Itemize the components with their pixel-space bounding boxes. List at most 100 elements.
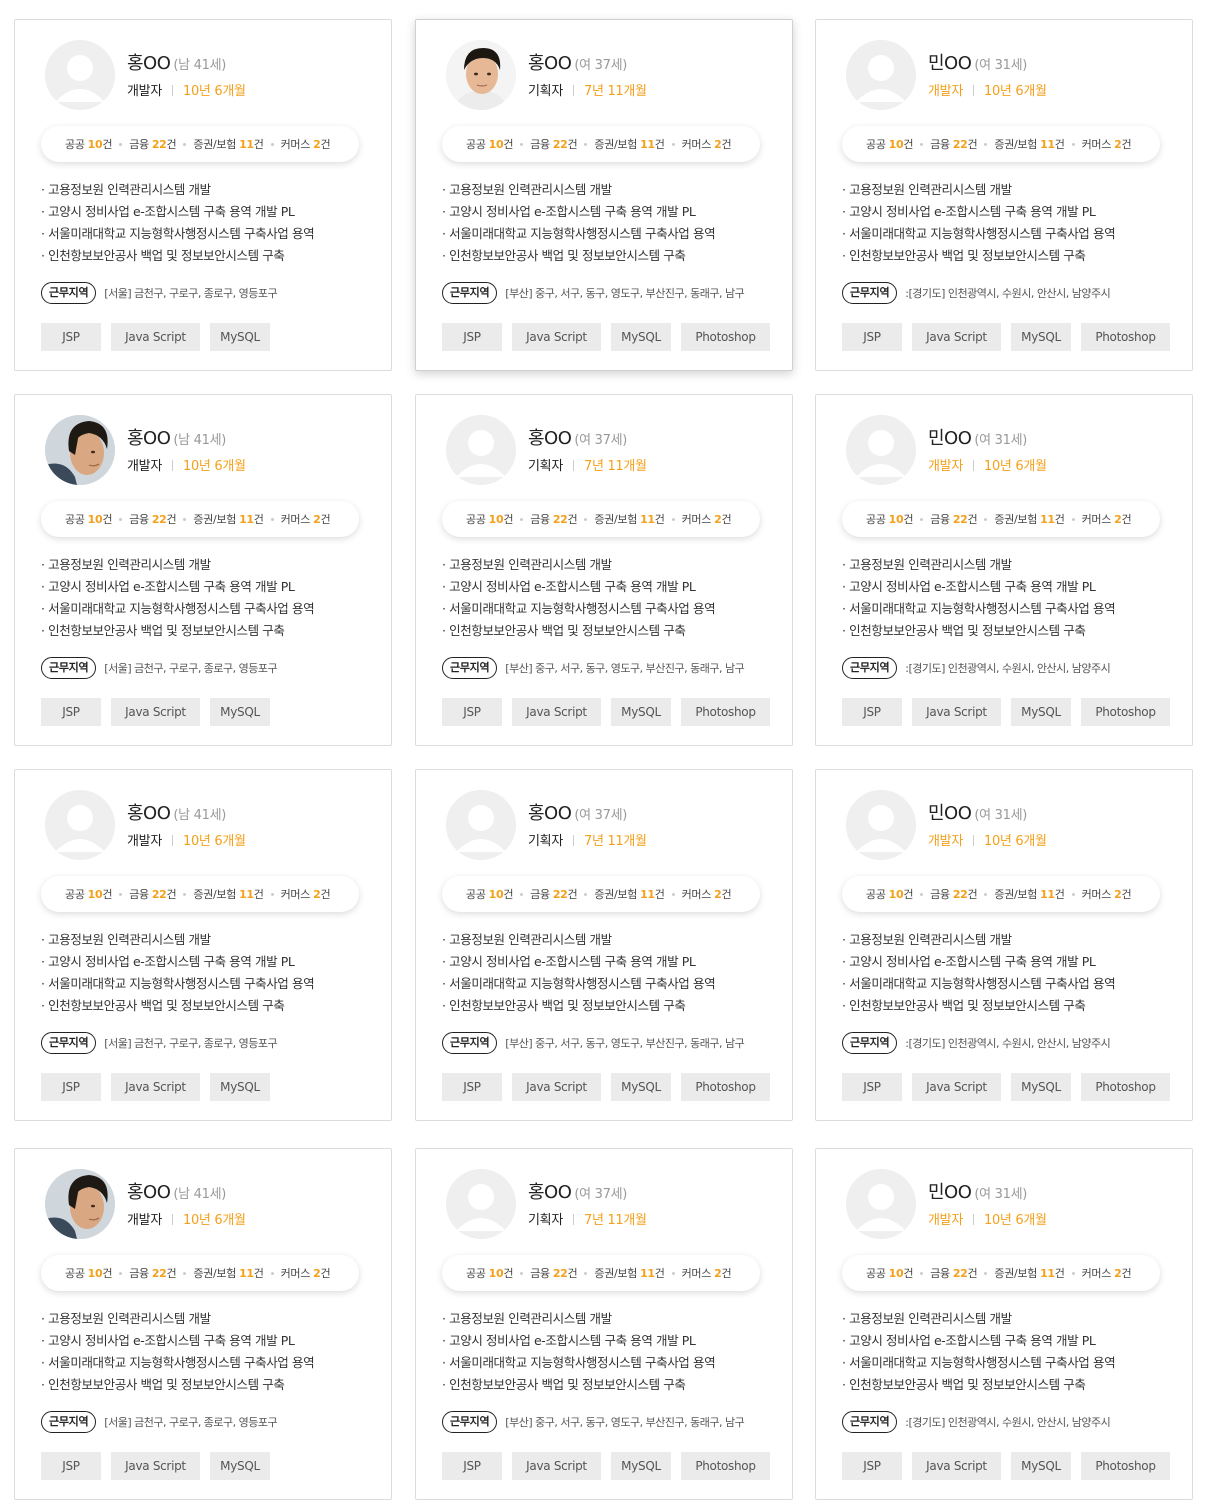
dot-separator [584,517,588,521]
dot-separator [183,142,187,146]
skill-tag[interactable]: Photoshop [1081,1073,1170,1101]
dot-separator [119,1271,123,1275]
skill-tag[interactable]: Photoshop [681,698,770,726]
skill-tag[interactable]: Java Script [111,1073,200,1101]
talent-card[interactable]: 홍OO (여 37세) 기획자 7년 11개월 공공 10건 금융 22건 증권/보험 11건 커머… [415,394,793,746]
stat-unit: 건 [567,513,578,526]
talent-card[interactable]: 홍OO (남 41세) 개발자 10년 6개월 공공 10건 금융 22건 증권/보험 11건 커머… [14,394,392,746]
skill-tag[interactable]: MySQL [210,698,270,726]
region-badge: 근무지역 [442,282,498,304]
skill-tag[interactable]: JSP [442,323,502,351]
stat-3: 커머스 2건 [682,136,732,152]
talent-card[interactable]: 민OO (여 31세) 개발자 10년 6개월 공공 10건 금융 22건 증권/보험 11건 커머… [815,1148,1193,1500]
work-region: 근무지역 [부산] 중구, 서구, 동구, 영도구, 부산진구, 동래구, 남구 [442,657,745,679]
skill-tag[interactable]: JSP [842,1073,902,1101]
stat-unit: 건 [721,888,732,901]
career-length: 10년 6개월 [983,84,1047,99]
avatar [446,790,516,860]
skill-tag[interactable]: MySQL [1011,698,1071,726]
talent-card[interactable]: 홍OO (여 37세) 기획자 7년 11개월 공공 10건 금융 22건 증권/보험 11건 커머… [415,769,793,1121]
talent-card[interactable]: 홍OO (남 41세) 개발자 10년 6개월 공공 10건 금융 22건 증권/보험 11건 커머… [14,19,392,371]
skill-tag[interactable]: JSP [442,698,502,726]
stat-count: 22 [552,138,568,151]
stat-unit: 건 [320,1267,331,1280]
project-list: · 고용정보원 인력관리시스템 개발 · 고양시 정비사업 e-조합시스템 구축 … [442,179,716,267]
skill-tag[interactable]: Photoshop [681,1452,770,1480]
skill-tag[interactable]: JSP [442,1452,502,1480]
skill-tag[interactable]: JSP [41,698,101,726]
stat-count: 11 [640,1267,655,1280]
project-item: · 서울미래대학교 지능형학사행정시스템 구축사업 용역 [442,226,716,241]
skill-tag[interactable]: MySQL [210,323,270,351]
skill-tag[interactable]: Java Script [912,698,1001,726]
divider [972,835,974,846]
skill-tag[interactable]: Java Script [512,1452,601,1480]
candidate-name: 홍OO [127,428,171,449]
stat-unit: 건 [102,138,113,151]
skill-tag[interactable]: JSP [41,1452,101,1480]
stat-3: 커머스 2건 [682,886,732,902]
talent-card[interactable]: 홍OO (남 41세) 개발자 10년 6개월 공공 10건 금융 22건 증권/보험 11건 커머… [14,1148,392,1500]
avatar [45,790,115,860]
skill-tag[interactable]: MySQL [611,1452,671,1480]
stat-unit: 건 [1054,888,1065,901]
skill-tag[interactable]: JSP [842,698,902,726]
stat-category: 공공 [65,513,85,526]
career-length: 7년 11개월 [583,1213,647,1228]
stat-count: 22 [952,888,968,901]
skill-tag[interactable]: Java Script [512,1073,601,1101]
skill-tag[interactable]: MySQL [1011,323,1071,351]
skill-tag[interactable]: Photoshop [681,323,770,351]
role-line: 개발자 10년 6개월 [928,455,1047,474]
stat-unit: 건 [967,888,978,901]
skill-tag[interactable]: MySQL [210,1073,270,1101]
stat-1: 금융 22건 [530,511,577,527]
skill-tag[interactable]: JSP [842,323,902,351]
candidate-name: 홍OO [528,803,572,824]
stat-count: 10 [87,1267,103,1280]
stat-unit: 건 [166,138,177,151]
skill-tag[interactable]: Java Script [912,1452,1001,1480]
skill-tag[interactable]: MySQL [611,323,671,351]
skill-tag[interactable]: JSP [442,1073,502,1101]
region-text: :[경기도] 인천광역시, 수원시, 안산시, 남양주시 [905,662,1111,675]
work-region: 근무지역:[경기도] 인천광역시, 수원시, 안산시, 남양주시 [842,282,1111,304]
skill-tag[interactable]: Java Script [512,323,601,351]
stat-category: 금융 [930,513,950,526]
skill-tag[interactable]: MySQL [1011,1452,1071,1480]
talent-card[interactable]: 홍OO (남 41세) 개발자 10년 6개월 공공 10건 금융 22건 증권/보험 11건 커머… [14,769,392,1121]
skill-tag[interactable]: Java Script [111,323,200,351]
skill-tag[interactable]: Java Script [111,698,200,726]
stat-count: 10 [888,1267,904,1280]
skill-tag[interactable]: MySQL [210,1452,270,1480]
skill-tag[interactable]: Java Script [912,323,1001,351]
skill-tag[interactable]: MySQL [611,698,671,726]
dot-separator [1071,892,1075,896]
dot-separator [183,517,187,521]
talent-card[interactable]: 홍OO (여 37세) 기획자 7년 11개월 공공 10건 금융 22건 증권/보험 11건 커머… [415,19,793,371]
region-badge: 근무지역 [442,657,498,679]
project-item: · 서울미래대학교 지능형학사행정시스템 구축사업 용역 [842,976,1116,991]
skill-tag[interactable]: Photoshop [1081,698,1170,726]
skill-tag[interactable]: JSP [41,323,101,351]
skill-tag[interactable]: Photoshop [681,1073,770,1101]
skill-tag[interactable]: Java Script [111,1452,200,1480]
talent-card[interactable]: 홍OO (여 37세) 기획자 7년 11개월 공공 10건 금융 22건 증권/보험 11건 커머… [415,1148,793,1500]
talent-card[interactable]: 민OO (여 31세) 개발자 10년 6개월 공공 10건 금융 22건 증권/보험 11건 커머… [815,19,1193,371]
skill-tag[interactable]: Photoshop [1081,1452,1170,1480]
skill-tag[interactable]: JSP [842,1452,902,1480]
stat-1: 금융 22건 [129,886,176,902]
talent-card[interactable]: 민OO (여 31세) 개발자 10년 6개월 공공 10건 금융 22건 증권/보험 11건 커머… [815,394,1193,746]
skill-tag[interactable]: Photoshop [1081,323,1170,351]
skill-tag[interactable]: Java Script [512,698,601,726]
talent-card[interactable]: 민OO (여 31세) 개발자 10년 6개월 공공 10건 금융 22건 증권/보험 11건 커머… [815,769,1193,1121]
skill-tag[interactable]: MySQL [1011,1073,1071,1101]
skill-tag[interactable]: Java Script [912,1073,1001,1101]
skill-tag[interactable]: MySQL [611,1073,671,1101]
project-list: · 고용정보원 인력관리시스템 개발 · 고양시 정비사업 e-조합시스템 구축 … [41,929,315,1017]
candidate-gender-age: (여 37세) [574,433,628,448]
skill-tag[interactable]: JSP [41,1073,101,1101]
project-item: · 고용정보원 인력관리시스템 개발 [41,182,211,197]
divider [171,835,173,846]
stat-unit: 건 [102,888,113,901]
